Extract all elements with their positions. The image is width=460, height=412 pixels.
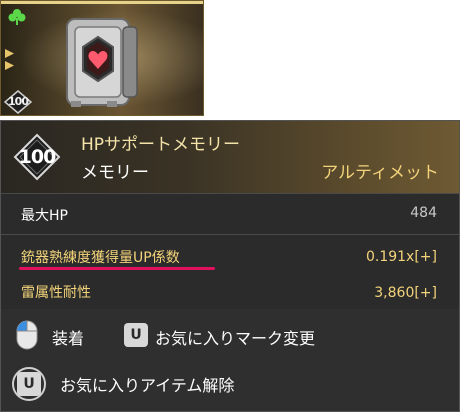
stat-divider	[1, 234, 459, 235]
favorite-mark-label[interactable]: お気に入りマーク変更	[155, 325, 315, 349]
thumbnail-top-border	[1, 1, 203, 4]
item-thumbnail[interactable]: 100	[0, 0, 204, 116]
highlight-underline	[19, 267, 215, 270]
slot-marker-icon	[5, 49, 14, 58]
memory-card-heart-icon	[66, 18, 138, 107]
stat-label: 銃器熟練度獲得量UP係数	[21, 250, 180, 266]
stat-value: 3,860[+]	[374, 285, 437, 301]
stat-value: 0.191x[+]	[365, 249, 437, 265]
mouse-left-click-icon	[16, 320, 38, 350]
hold-u-key-icon: U	[12, 367, 46, 401]
item-rarity: アルティメット	[321, 163, 439, 183]
unfavorite-label[interactable]: お気に入りアイテム解除	[60, 372, 234, 396]
u-key-icon: U	[124, 323, 148, 347]
thumbnail-level-badge: 100	[4, 90, 32, 114]
slot-marker-icon	[5, 61, 14, 70]
stat-label: 最大HP	[21, 208, 68, 224]
thumbnail-level-text: 100	[8, 95, 29, 108]
equip-label[interactable]: 装着	[52, 325, 84, 349]
level-text: 100	[18, 146, 57, 168]
u-key-icon: U	[17, 372, 41, 396]
level-badge: 100	[13, 133, 61, 181]
item-tooltip: 100 HPサポートメモリー メモリー アルティメット 最大HP 484 銃器熟…	[0, 120, 460, 412]
stat-value: 484	[410, 205, 437, 221]
header-divider	[1, 193, 459, 194]
clover-icon	[8, 9, 26, 25]
tooltip-header: 100 HPサポートメモリー メモリー アルティメット	[1, 121, 459, 193]
item-type: メモリー	[81, 163, 149, 183]
stat-label: 雷属性耐性	[21, 285, 91, 301]
item-name: HPサポートメモリー	[81, 135, 241, 155]
